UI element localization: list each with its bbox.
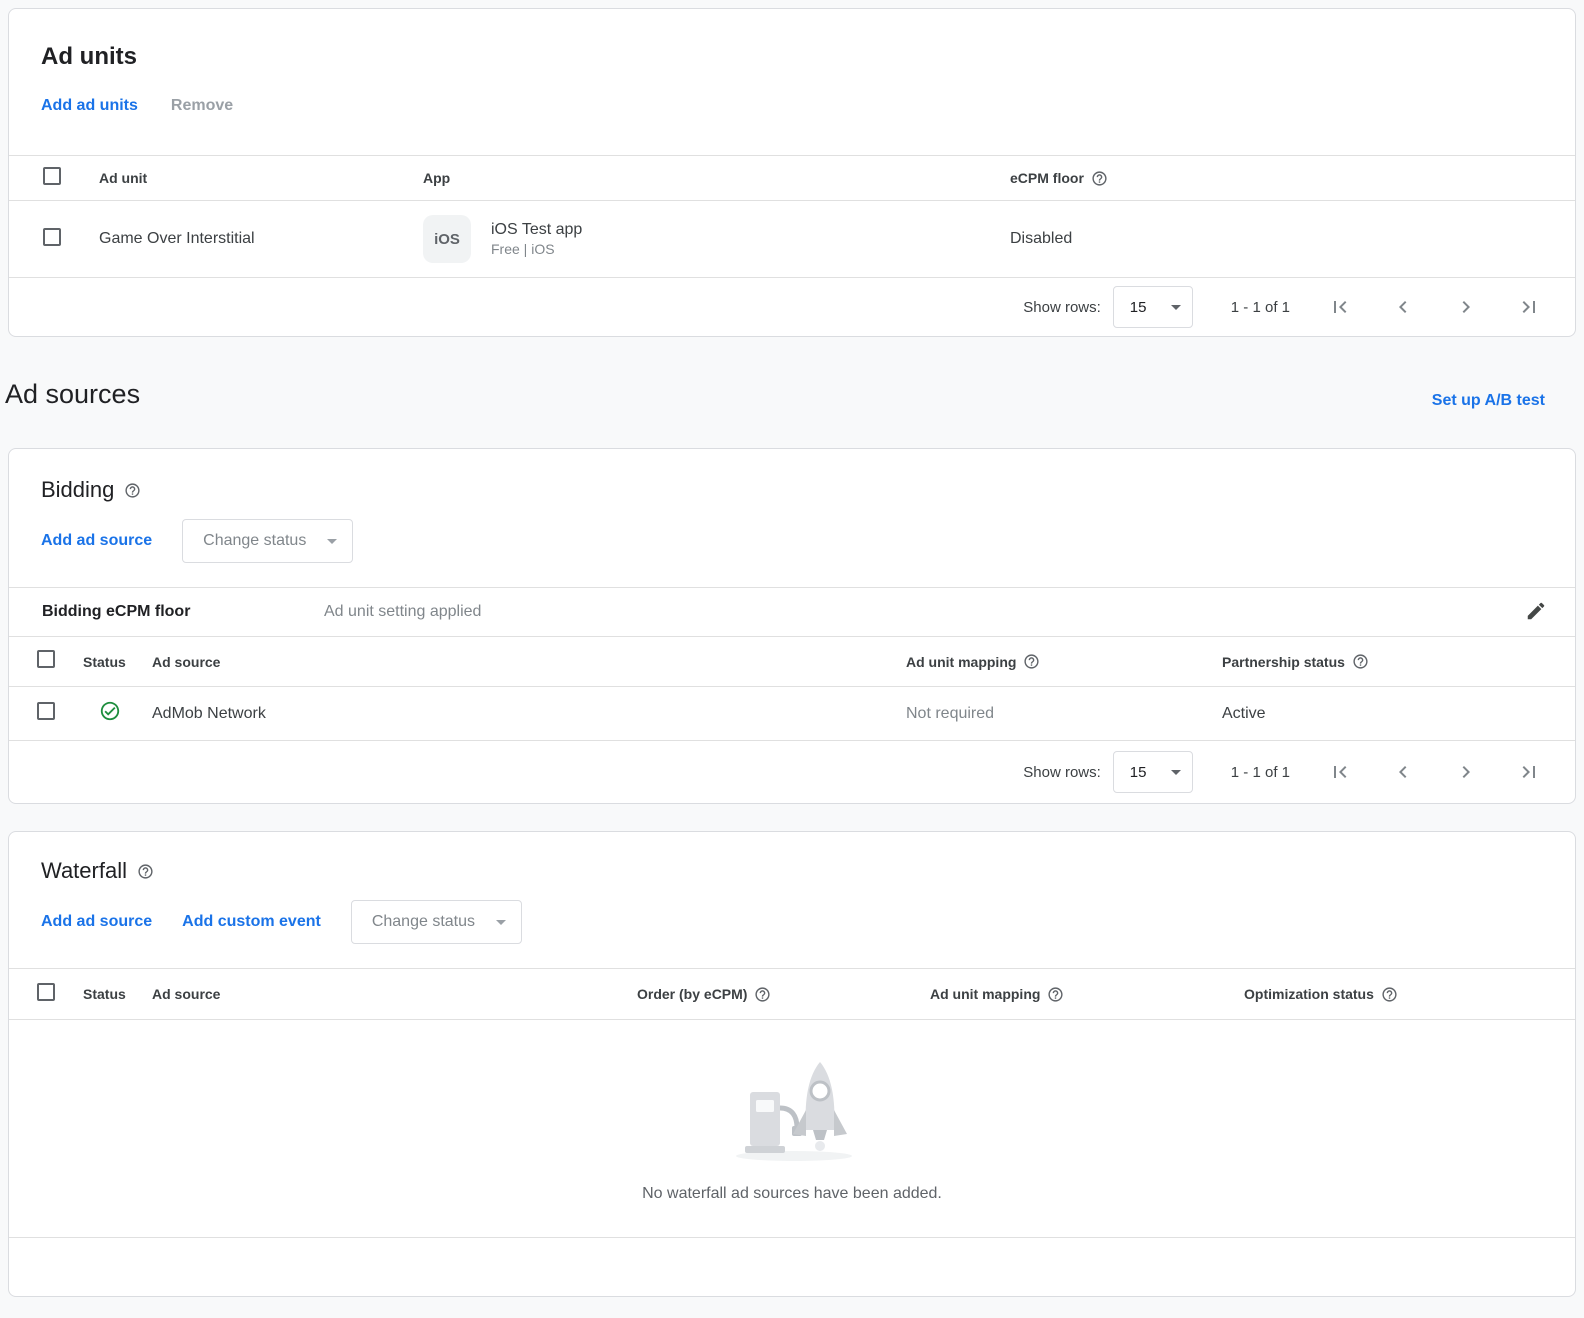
bidding-ecpm-floor-value: Ad unit setting applied [324,603,1525,621]
ad-sources-heading: Ad sources [5,379,140,410]
first-page-button[interactable] [1328,295,1352,319]
bidding-select-all-checkbox[interactable] [37,650,55,668]
page-range: 1 - 1 of 1 [1231,299,1290,316]
partnership-status-value: Active [1222,705,1543,723]
change-status-label: Change status [372,913,475,931]
ad-units-toolbar: Add ad units Remove [41,97,1543,155]
column-ad-unit: Ad unit [99,170,423,186]
waterfall-select-all-checkbox[interactable] [37,983,55,1001]
waterfall-toolbar: Add ad source Add custom event Change st… [9,900,1575,944]
partnership-status-help-icon[interactable] [1352,653,1369,670]
ios-app-icon: iOS [423,215,471,263]
waterfall-empty-state: No waterfall ad sources have been added. [9,1020,1575,1238]
ad-unit-row-checkbox[interactable] [43,228,61,246]
pencil-icon [1525,600,1547,622]
column-ecpm-floor: eCPM floor [1010,170,1084,186]
column-status: Status [83,986,152,1002]
rows-per-page-value: 15 [1130,764,1147,781]
app-meta: Free | iOS [491,240,582,259]
edit-floor-button[interactable] [1525,600,1549,624]
show-rows-label: Show rows: [1023,299,1101,316]
caret-down-icon [489,910,513,934]
optimization-status-help-icon[interactable] [1381,986,1398,1003]
caret-down-icon [320,529,344,553]
rows-per-page-select[interactable]: 15 [1113,286,1193,328]
bidding-pagination: Show rows: 15 1 - 1 of 1 [9,741,1575,803]
bidding-row-checkbox[interactable] [37,702,55,720]
remove-link[interactable]: Remove [171,97,233,115]
bidding-ecpm-floor-row: Bidding eCPM floor Ad unit setting appli… [9,587,1575,637]
previous-page-button[interactable] [1391,760,1415,784]
waterfall-change-status-button[interactable]: Change status [351,900,522,944]
add-ad-units-link[interactable]: Add ad units [41,97,138,115]
bidding-add-ad-source-link[interactable]: Add ad source [41,532,152,550]
bidding-ecpm-floor-label: Bidding eCPM floor [42,603,324,621]
caret-down-icon [1164,760,1188,784]
ecpm-floor-value: Disabled [1010,230,1543,248]
bidding-change-status-button[interactable]: Change status [182,519,353,563]
app-cell: iOS iOS Test app Free | iOS [423,215,1010,263]
ad-units-table-header: Ad unit App eCPM floor [9,155,1575,201]
ad-units-card: Ad units Add ad units Remove Ad unit App… [8,8,1576,337]
ad-unit-name: Game Over Interstitial [99,230,423,248]
setup-ab-test-link[interactable]: Set up A/B test [1432,392,1545,410]
waterfall-title: Waterfall [41,858,127,884]
show-rows-label: Show rows: [1023,764,1101,781]
change-status-label: Change status [203,532,306,550]
column-ad-unit-mapping: Ad unit mapping [906,654,1016,670]
column-ad-unit-mapping: Ad unit mapping [930,986,1040,1002]
waterfall-help-icon[interactable] [137,863,154,880]
column-status: Status [83,654,152,670]
ad-unit-table-row: Game Over Interstitial iOS iOS Test app … [9,201,1575,278]
previous-page-button[interactable] [1391,295,1415,319]
rows-per-page-value: 15 [1130,299,1147,316]
page-range: 1 - 1 of 1 [1231,764,1290,781]
last-page-button[interactable] [1517,760,1541,784]
column-optimization-status: Optimization status [1244,986,1374,1002]
rocket-fuel-pump-illustration [712,1048,872,1166]
waterfall-table-header: Status Ad source Order (by eCPM) Ad unit… [9,968,1575,1020]
bidding-toolbar: Add ad source Change status [9,519,1575,563]
bidding-table-header: Status Ad source Ad unit mapping Partner… [9,637,1575,687]
waterfall-empty-message: No waterfall ad sources have been added. [9,1185,1575,1203]
column-ad-source: Ad source [152,986,637,1002]
ad-unit-mapping-value: Not required [906,705,1222,723]
app-name: iOS Test app [491,219,582,241]
column-partnership-status: Partnership status [1222,654,1345,670]
first-page-button[interactable] [1328,760,1352,784]
waterfall-footer [9,1238,1575,1296]
rows-per-page-select[interactable]: 15 [1113,751,1193,793]
bidding-table-row: AdMob Network Not required Active [9,687,1575,741]
waterfall-card: Waterfall Add ad source Add custom event… [8,831,1576,1297]
ad-unit-mapping-help-icon[interactable] [1047,986,1064,1003]
ad-unit-mapping-help-icon[interactable] [1023,653,1040,670]
bidding-card: Bidding Add ad source Change status Bidd… [8,448,1576,804]
waterfall-title-row: Waterfall [41,858,1543,884]
bidding-help-icon[interactable] [124,482,141,499]
ad-sources-section-head: Ad sources Set up A/B test [5,379,1545,410]
bidding-title-row: Bidding [41,477,1543,503]
next-page-button[interactable] [1454,760,1478,784]
ad-source-name: AdMob Network [152,705,906,723]
caret-down-icon [1164,295,1188,319]
waterfall-add-ad-source-link[interactable]: Add ad source [41,913,152,931]
column-order-by-ecpm: Order (by eCPM) [637,986,747,1002]
last-page-button[interactable] [1517,295,1541,319]
next-page-button[interactable] [1454,295,1478,319]
ad-units-select-all-checkbox[interactable] [43,167,61,185]
active-status-check-icon [99,700,121,722]
ad-units-pagination: Show rows: 15 1 - 1 of 1 [9,278,1575,336]
column-ad-source: Ad source [152,654,906,670]
column-app: App [423,170,1010,186]
ad-units-title: Ad units [41,43,1543,71]
order-help-icon[interactable] [754,986,771,1003]
add-custom-event-link[interactable]: Add custom event [182,913,321,931]
ecpm-floor-help-icon[interactable] [1091,170,1108,187]
bidding-title: Bidding [41,477,114,503]
